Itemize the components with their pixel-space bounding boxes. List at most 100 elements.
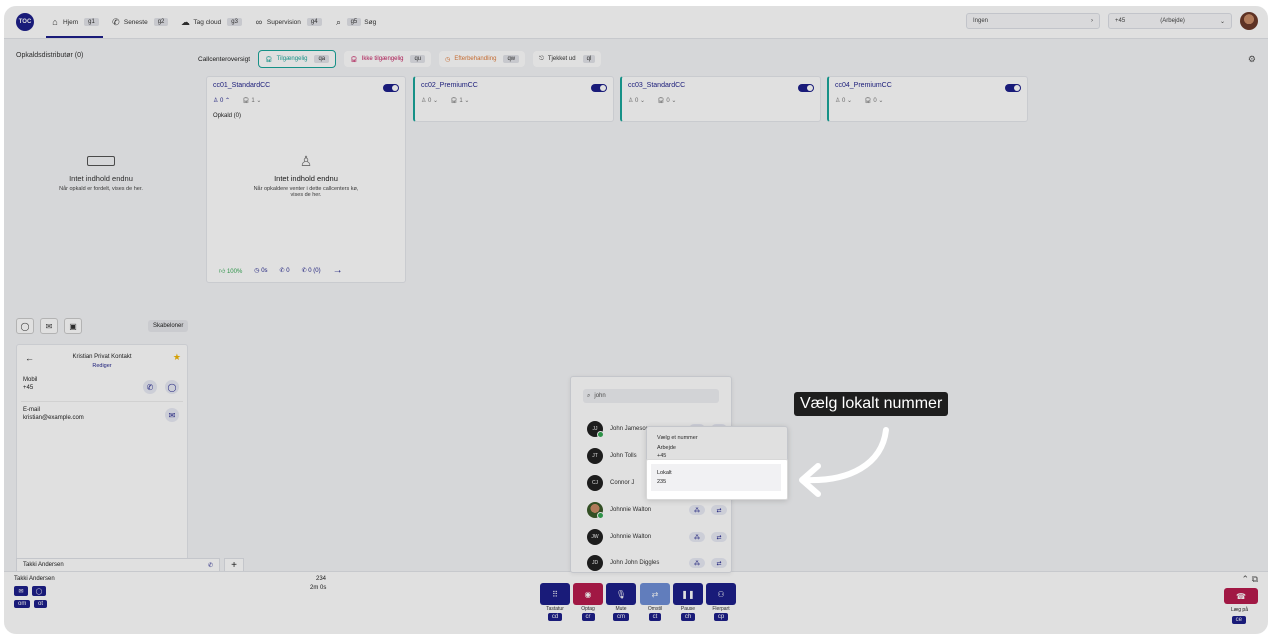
footer-caller-name: Takki Andersen [14, 576, 55, 582]
card-stats: 👍︎ 100% ◷ 0s ✆ 0 ✆ 0 (0) → [219, 265, 343, 276]
card-empty-state: ♙ Intet indhold endnu Når opkaldere vent… [207, 153, 405, 198]
contact-row[interactable]: JD John John Diggles ⁂ ⇄ [587, 553, 727, 573]
transfer-contact-button[interactable]: ⇄ [711, 558, 727, 568]
transfer-contact-button[interactable]: ⇄ [711, 505, 727, 515]
phone-select[interactable]: +45 (Arbejde) ⌄ [1108, 13, 1232, 29]
hangup-button[interactable]: ☎ [1224, 588, 1258, 604]
person-icon: ♙ [299, 153, 313, 169]
contact-name: Kristian Privat Kontakt [72, 354, 132, 360]
search-icon: ⌕ [587, 392, 591, 399]
control-keypad[interactable]: ⠿ Tastatur cd [540, 583, 570, 621]
star-icon[interactable]: ★ [173, 352, 181, 363]
distributor-empty-state: Intet indhold endnu Når opkald er fordel… [16, 156, 186, 192]
sms-tab-button[interactable]: ▣ [64, 318, 82, 334]
shortcut-badge: om [14, 600, 31, 608]
control-record[interactable]: ◉ Optag cr [573, 583, 603, 621]
shortcut-badge: cr [581, 613, 595, 621]
nav-label: Søg [364, 18, 377, 26]
callcenter-toggle[interactable] [383, 84, 399, 92]
clock-icon: ◷ [445, 56, 451, 63]
call-contact-button[interactable]: ⁂ [689, 558, 705, 568]
send-email-button[interactable]: ✉ [165, 408, 179, 422]
call-contact-button[interactable]: ⁂ [689, 505, 705, 515]
callcenter-toggle[interactable] [591, 84, 607, 92]
contact-row[interactable]: JW Johnnie Walton ⁂ ⇄ [587, 527, 727, 547]
transfer-contact-button[interactable]: ⇄ [711, 532, 727, 542]
templates-button[interactable]: Skabeloner [148, 320, 189, 332]
chat-mobile-button[interactable]: ◯ [165, 380, 179, 394]
contact-search-input[interactable]: ⌕ john [583, 389, 719, 403]
agents-count: ♙ 0 ⌄ [421, 98, 439, 104]
control-conference[interactable]: ⚇ Flerpart cp [706, 583, 736, 621]
mail-icon: ✉ [168, 410, 176, 420]
work-label: Arbejde [657, 445, 676, 451]
status-wrapup-button[interactable]: ◷ Efterbehandling qw [439, 51, 526, 67]
shortcut-badge: cp [713, 613, 729, 621]
user-avatar[interactable] [1240, 12, 1258, 30]
queue-count: 🎧︎ 0 ⌄ [864, 98, 884, 104]
record-icon: ◉ [573, 583, 603, 605]
chat-tab-button[interactable]: ◯ [16, 318, 34, 334]
status-label: Tjekket ud [547, 56, 576, 62]
mobile-value: +45 [23, 385, 34, 391]
add-tab-button[interactable]: + [224, 558, 244, 572]
phone-label: (Arbejde) [1160, 18, 1185, 24]
top-bar: TOC ⌂ Hjem g1 ✆ Seneste g2 ☁ Tag cloud g… [4, 6, 1268, 39]
nav-item-tag-cloud[interactable]: ☁ Tag cloud g3 [174, 6, 248, 38]
contact-toolbar: ◯ ✉ ▣ Skabeloner [16, 318, 189, 334]
contact-row[interactable]: Johnnie Walton ⁂ ⇄ [587, 500, 727, 520]
conference-icon: ⚇ [706, 583, 736, 605]
search-value: john [594, 393, 606, 399]
call-contact-button[interactable]: ⁂ [689, 532, 705, 542]
nav-label: Hjem [63, 18, 79, 26]
callcenter-card: cc02_PremiumCC ♙ 0 ⌄ 🎧︎ 1 ⌄ [413, 76, 614, 122]
nav-item-recent[interactable]: ✆ Seneste g2 [105, 6, 175, 38]
local-option-bg [651, 464, 781, 491]
call-mobile-button[interactable]: ✆ [143, 380, 157, 394]
nav-item-supervision[interactable]: ∞ Supervision g4 [248, 6, 328, 38]
email-label: E-mail [23, 407, 41, 413]
callcenter-toggle[interactable] [1005, 84, 1021, 92]
settings-icon[interactable]: ⚙ [1248, 54, 1256, 65]
control-label: Optag [581, 606, 595, 612]
mail-tab-button[interactable]: ✉ [40, 318, 58, 334]
status-checked-out-button[interactable]: ⎋ Tjekket ud ql [533, 51, 602, 67]
contact-row-name: John Tolls [610, 453, 637, 459]
nav-label: Supervision [266, 18, 301, 26]
control-transfer[interactable]: ⇄ Omstil ct [640, 583, 670, 621]
callcenter-toggle[interactable] [798, 84, 814, 92]
app-logo[interactable]: TOC [16, 13, 34, 31]
control-pause[interactable]: ❚❚ Pause ch [673, 583, 703, 621]
footer-mail-button[interactable]: ✉ [14, 586, 28, 596]
nav-item-home[interactable]: ⌂ Hjem g1 [44, 6, 105, 38]
call-tab-name: Takki Andersen [23, 562, 64, 568]
divider [21, 401, 183, 402]
top-right-controls: Ingen › +45 (Arbejde) ⌄ [966, 12, 1258, 30]
callcenter-card: cc04_PremiumCC ♙ 0 ⌄ 🎧︎ 0 ⌄ [827, 76, 1028, 122]
local-number-option[interactable]: Lokalt 235 [646, 459, 788, 500]
shortcut-badge: ch [680, 613, 696, 621]
logout-icon: ⎋ [539, 55, 544, 62]
status-available-button[interactable]: 🎧︎ Tilgængelig qa [258, 50, 337, 68]
main-nav: ⌂ Hjem g1 ✆ Seneste g2 ☁ Tag cloud g3 ∞ … [44, 6, 382, 38]
expand-icon[interactable]: ⌃ ⧉ [1242, 574, 1258, 585]
status-unavailable-button[interactable]: 🎧︎ Ikke tilgængelig qu [344, 51, 432, 67]
number-popup-title: Vælg et nummer [657, 435, 698, 441]
callcenter-name: cc03_StandardCC [628, 82, 686, 89]
nav-item-search[interactable]: ⌕ g5 Søg [328, 6, 383, 38]
control-mute[interactable]: 🎙︎ Mute cm [606, 583, 636, 621]
contact-avatar: JD [587, 555, 603, 571]
home-icon: ⌂ [52, 17, 58, 27]
card-empty-desc: Når opkaldere venter i dette callcenters… [253, 186, 359, 198]
contact-edit-link[interactable]: Rediger [17, 363, 187, 369]
chevron-down-icon: ⌄ [1219, 18, 1225, 25]
work-number-option[interactable]: Arbejde +45 [657, 445, 676, 459]
footer-chat-button[interactable]: ◯ [32, 586, 46, 596]
extension-number: 234 [316, 576, 327, 582]
call-tab[interactable]: Takki Andersen ✆ [16, 558, 220, 572]
callcenter-overview: Callcenteroversigt 🎧︎ Tilgængelig qa 🎧︎ … [198, 50, 1256, 68]
calls-label: Opkald (0) [213, 113, 242, 119]
status-label: Efterbehandling [454, 56, 497, 62]
queue-select[interactable]: Ingen › [966, 13, 1100, 29]
arrow-right-icon[interactable]: → [333, 265, 343, 276]
